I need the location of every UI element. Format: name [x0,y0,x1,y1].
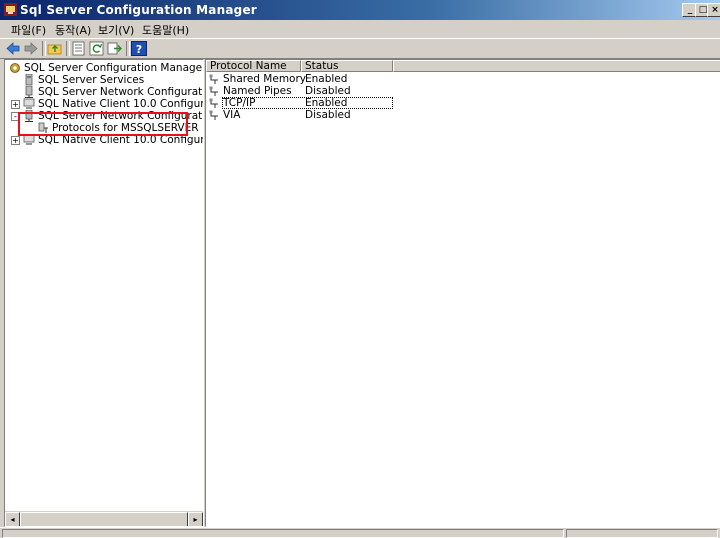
expand-icon[interactable]: + [11,100,20,109]
network-config-icon [25,86,33,98]
horizontal-scrollbar[interactable]: ◂ ▸ [5,511,203,526]
up-folder-icon[interactable] [47,41,63,56]
tree-item-label: SQL Server Configuration Manager (Loca [24,62,204,74]
list-row-named-pipes[interactable]: Named Pipes Disabled [206,85,406,97]
toolbar-separator [66,41,70,56]
tree-item-label: SQL Server Network Configuration (32l [38,86,203,98]
menu-help[interactable]: 도움말(H) [142,22,189,38]
export-list-icon[interactable] [107,41,123,56]
tree-item-label: SQL Server Services [38,74,145,86]
title-bar: Sql Server Configuration Manager _ □ × [0,0,720,20]
toolbar-separator [126,41,130,56]
protocol-status: Disabled [305,85,351,97]
menu-bar: 파일(F) 동작(A) 보기(V) 도움말(H) [0,20,720,38]
close-button[interactable]: × [707,3,720,17]
list-row-shared-memory[interactable]: Shared Memory Enabled [206,73,406,85]
column-header-status[interactable]: Status [301,60,393,72]
window-title: Sql Server Configuration Manager [20,3,257,17]
scroll-thumb[interactable] [20,512,188,526]
status-panel [566,529,718,538]
menu-view[interactable]: 보기(V) [98,22,134,38]
native-client-icon [23,98,35,109]
refresh-icon[interactable] [89,41,105,56]
tree-item-label: SQL Native Client 10.0 Configuration (3 [38,98,203,110]
menu-file[interactable]: 파일(F) [11,22,46,38]
list-row-tcp-ip[interactable]: TCP/IP Enabled [206,97,406,109]
forward-arrow-icon[interactable] [23,41,39,56]
column-header-protocol-name[interactable]: Protocol Name [206,60,301,72]
back-arrow-icon[interactable] [5,41,21,56]
protocol-name: Named Pipes [223,85,292,97]
focus-rectangle [222,97,393,109]
protocol-icon [209,110,218,120]
toolbar: ? [0,38,720,59]
server-services-icon [25,74,33,86]
protocol-status: Disabled [305,109,351,121]
menu-action[interactable]: 동작(A) [55,22,91,38]
protocol-status: Enabled [305,73,348,85]
highlight-annotation-box [18,112,188,136]
protocol-name: Shared Memory [223,73,307,85]
column-header-empty [393,60,720,72]
config-manager-icon [10,63,20,73]
scroll-right-button[interactable]: ▸ [188,512,203,526]
help-icon[interactable]: ? [131,41,147,56]
status-panel [2,529,564,538]
expand-icon[interactable]: + [11,136,20,145]
list-row-via[interactable]: VIA Disabled [206,109,406,121]
properties-icon[interactable] [71,41,87,56]
app-icon [4,3,17,16]
protocol-list-pane[interactable]: Protocol Name Status Shared Memory Enabl… [205,59,720,527]
protocol-icon [209,74,218,84]
protocol-name: VIA [223,109,241,121]
scroll-left-button[interactable]: ◂ [5,512,20,526]
protocol-icon [209,98,218,108]
toolbar-separator [42,41,46,56]
protocol-icon [209,86,218,96]
